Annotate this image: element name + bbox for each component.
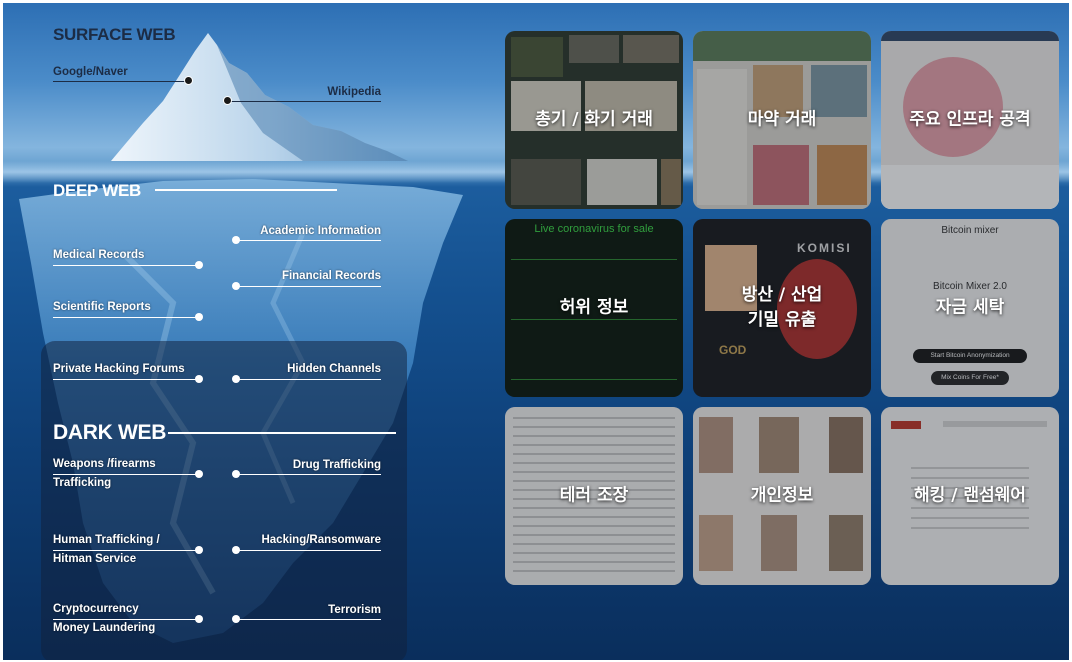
tile-caption: 마약 거래 [747, 109, 817, 130]
tile-caption: 총기 / 화기 거래 [535, 109, 653, 130]
line-hidden-channels [237, 379, 381, 380]
line-weapons [53, 474, 199, 475]
dark-web-rule [168, 432, 396, 434]
tile-caption: 방산 / 산업 기밀 유출 [741, 285, 823, 330]
tile-terror-incitement: 테러 조장 [505, 407, 683, 585]
tile-hacking-ransomware: 해킹 / 랜섬웨어 [881, 407, 1059, 585]
label-hidden-channels: Hidden Channels [287, 363, 381, 375]
label-medical-records: Medical Records [53, 249, 145, 261]
label-drug-trafficking: Drug Trafficking [292, 459, 381, 471]
dot-medical [195, 261, 203, 269]
tile-infrastructure-attack: 주요 인프라 공격 [881, 31, 1059, 209]
tile-caption: 허위 정보 [559, 297, 629, 318]
tile-caption: 테러 조장 [559, 485, 629, 506]
deep-web-heading: DEEP WEB [53, 181, 141, 200]
dot-crypto [195, 615, 203, 623]
line-human [53, 550, 199, 551]
tile-personal-information: 개인정보 [693, 407, 871, 585]
label-private-hacking-forums: Private Hacking Forums [53, 363, 185, 375]
tile-disinformation: Live coronavirus for sale 허위 정보 [505, 219, 683, 397]
line-hacking [237, 550, 381, 551]
tile-firearms-trade: 총기 / 화기 거래 [505, 31, 683, 209]
tile-caption: 해킹 / 랜섬웨어 [914, 485, 1026, 506]
tile-caption: 자금 세탁 [935, 297, 1005, 318]
line-academic [237, 240, 381, 241]
line-crypto [53, 619, 199, 620]
deep-web-rule [155, 189, 337, 191]
label-google-naver: Google/Naver [53, 66, 128, 78]
dot-wikipedia [223, 96, 232, 105]
dot-scientific [195, 313, 203, 321]
line-terrorism [237, 619, 381, 620]
label-scientific-reports: Scientific Reports [53, 301, 151, 313]
line-scientific [53, 317, 199, 318]
dark-web-iceberg-infographic: SURFACE WEB DEEP WEB DARK WEB Google/Nav… [3, 3, 1069, 660]
dot-private-hacking [195, 375, 203, 383]
dot-weapons [195, 470, 203, 478]
dot-hacking [232, 546, 240, 554]
label-hacking-ransomware: Hacking/Ransomware [261, 534, 381, 546]
line-wikipedia [229, 101, 381, 102]
dot-drug [232, 470, 240, 478]
tile-defense-industrial-leak: KOMISI GOD 방산 / 산업 기밀 유출 [693, 219, 871, 397]
tile-caption: 개인정보 [750, 485, 814, 506]
dot-hidden-channels [232, 375, 240, 383]
label-wikipedia: Wikipedia [327, 86, 381, 98]
tile-money-laundering: Bitcoin mixer Bitcoin Mixer 2.0 Start Bi… [881, 219, 1059, 397]
dot-terrorism [232, 615, 240, 623]
line-drug [237, 474, 381, 475]
line-google-naver [53, 81, 187, 82]
line-private-hacking [53, 379, 199, 380]
surface-web-heading: SURFACE WEB [53, 25, 176, 44]
label-financial-records: Financial Records [281, 270, 381, 282]
dark-web-heading: DARK WEB [53, 421, 167, 444]
dot-human [195, 546, 203, 554]
tile-caption: 주요 인프라 공격 [909, 109, 1031, 130]
dot-academic [232, 236, 240, 244]
label-academic-information: Academic Information [260, 225, 381, 237]
label-terrorism: Terrorism [328, 604, 381, 616]
dot-google-naver [184, 76, 193, 85]
tile-drug-trade: 마약 거래 [693, 31, 871, 209]
dot-financial [232, 282, 240, 290]
line-financial [237, 286, 381, 287]
line-medical [53, 265, 199, 266]
